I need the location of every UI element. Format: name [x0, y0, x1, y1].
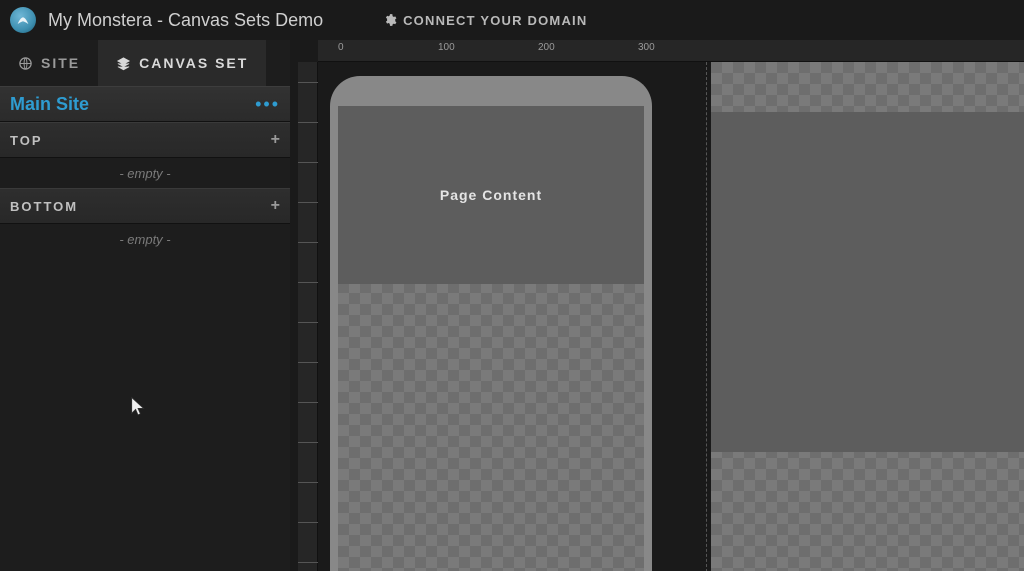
ruler-tick: 300	[638, 42, 655, 53]
tab-site[interactable]: SITE	[0, 40, 98, 86]
ruler-tick: 0	[338, 42, 344, 53]
tab-site-label: SITE	[41, 55, 80, 71]
globe-icon	[18, 56, 33, 71]
device-screen[interactable]	[711, 62, 1024, 571]
gear-icon	[383, 13, 397, 27]
plus-icon[interactable]: +	[271, 131, 280, 149]
layers-icon	[116, 56, 131, 71]
connect-domain-label: CONNECT YOUR DOMAIN	[403, 13, 587, 28]
page-content-block[interactable]	[711, 112, 1024, 452]
device-tablet[interactable]	[706, 62, 1024, 571]
page-content-label: Page Content	[440, 187, 542, 203]
app-title: My Monstera - Canvas Sets Demo	[48, 10, 323, 31]
device-phone[interactable]: Page Content	[330, 76, 652, 571]
section-top-empty: - empty -	[0, 158, 290, 188]
section-top-label: TOP	[10, 133, 271, 148]
top-bar: My Monstera - Canvas Sets Demo CONNECT Y…	[0, 0, 1024, 40]
canvas-area[interactable]: 0 100 200 300 Page Content	[290, 40, 1024, 571]
ruler-horizontal: 0 100 200 300	[318, 40, 1024, 62]
tab-canvas-set-label: CANVAS SET	[139, 55, 248, 71]
ruler-tick: 200	[538, 42, 555, 53]
section-bottom-header[interactable]: BOTTOM +	[0, 188, 290, 224]
connect-domain-button[interactable]: CONNECT YOUR DOMAIN	[383, 13, 587, 28]
ruler-vertical	[298, 62, 318, 571]
sidebar: SITE CANVAS SET Main Site ••• TOP + - em…	[0, 40, 290, 571]
sidebar-tabs: SITE CANVAS SET	[0, 40, 290, 86]
cursor-icon	[130, 396, 146, 418]
plus-icon[interactable]: +	[271, 197, 280, 215]
page-content-block[interactable]: Page Content	[338, 106, 644, 284]
ruler-tick: 100	[438, 42, 455, 53]
canvas-set-name: Main Site	[10, 94, 255, 115]
section-bottom-label: BOTTOM	[10, 199, 271, 214]
section-bottom-empty: - empty -	[0, 224, 290, 254]
device-screen[interactable]: Page Content	[338, 106, 644, 571]
canvas-set-item[interactable]: Main Site •••	[0, 86, 290, 122]
more-icon[interactable]: •••	[255, 94, 280, 115]
section-top-header[interactable]: TOP +	[0, 122, 290, 158]
app-logo-icon[interactable]	[10, 7, 36, 33]
tab-canvas-set[interactable]: CANVAS SET	[98, 40, 266, 86]
main-area: SITE CANVAS SET Main Site ••• TOP + - em…	[0, 40, 1024, 571]
